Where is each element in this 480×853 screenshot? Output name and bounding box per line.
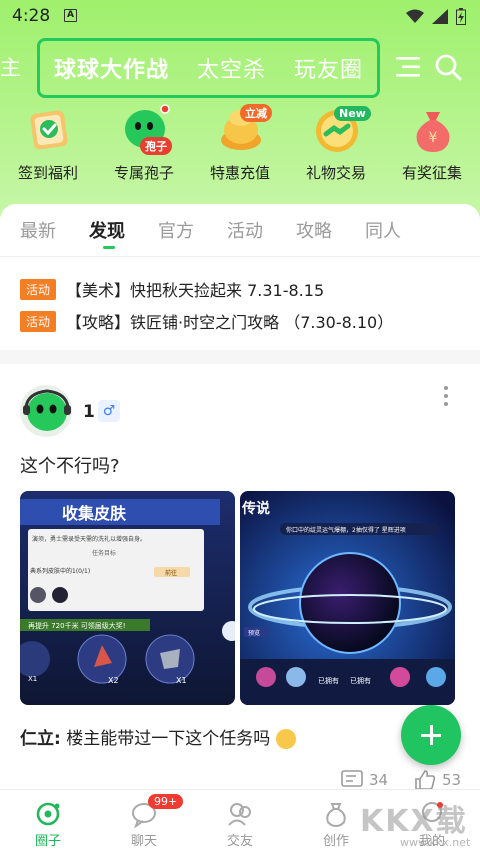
add-post-button[interactable] <box>401 705 461 765</box>
sign-in-icon <box>30 110 68 150</box>
gift-trade-badge: New <box>334 106 371 121</box>
chat-unread-badge: 99+ <box>148 794 184 809</box>
post-username[interactable]: 1 <box>83 402 95 422</box>
notice-tag: 活动 <box>20 278 57 300</box>
nav-label: 圈子 <box>34 834 61 849</box>
img2-heading: 传说 <box>241 500 270 517</box>
tab-discover[interactable]: 发现 <box>89 217 125 249</box>
notice-item[interactable]: 活动 【美术】快把秋天捡起来 7.31-8.15 <box>20 277 324 301</box>
watermark: KKX载 <box>360 804 468 839</box>
like-count-value: 53 <box>442 771 462 789</box>
post-image-1[interactable]: 收集皮肤 演须，勇士需录受天需的洗礼以增强自身。 任务目标 典系列皮肤中的1(0… <box>20 491 235 705</box>
game-tabs: 球球大作战 太空杀 玩友圈 <box>37 38 380 98</box>
nav-label: 聊天 <box>130 834 157 849</box>
nav-circle[interactable]: 圈子 <box>0 790 96 853</box>
nav-label: 交友 <box>226 834 253 849</box>
comment-icon <box>341 770 363 787</box>
emoji-icon <box>275 729 296 749</box>
img1-bar: 再提升 720千米 可领届级大奖! <box>28 621 126 630</box>
nav-chat[interactable]: 99+ 聊天 <box>96 790 192 853</box>
img2-bar: 你口中的绽灵运气爆棚，2抽仅得了 星辉进项 <box>286 526 406 534</box>
quick-action-recharge[interactable]: 立减 特惠充值 <box>192 104 288 188</box>
img2-owned-1: 已拥有 <box>318 676 339 685</box>
notice-item[interactable]: 活动 【攻略】铁匠铺·时空之门攻略 （7.30-8.10） <box>20 309 393 333</box>
img1-x2: X2 <box>108 676 119 685</box>
post-comment-preview[interactable]: 仁立: 楼主能带过一下这个任务吗 <box>20 724 296 749</box>
thumbs-up-icon <box>415 770 436 790</box>
circle-icon <box>36 802 60 826</box>
male-icon: ♂ <box>98 400 120 422</box>
img1-x3: X1 <box>176 676 187 685</box>
wifi-icon <box>406 9 424 23</box>
notification-icon: A <box>64 9 77 22</box>
img1-btn: 前往 <box>165 569 177 577</box>
signal-icon <box>432 9 448 24</box>
status-time: 4:28 <box>12 6 51 26</box>
avatar[interactable] <box>20 385 72 437</box>
notice-list: 活动 【美术】快把秋天捡起来 7.31-8.15 活动 【攻略】铁匠铺·时空之门… <box>0 256 480 350</box>
tab-guide[interactable]: 攻略 <box>296 217 332 243</box>
img1-x1: X1 <box>28 675 37 683</box>
notice-text: 【美术】快把秋天捡起来 7.31-8.15 <box>66 281 325 300</box>
tab-wanyouquan[interactable]: 玩友圈 <box>294 52 363 84</box>
recharge-badge: 立减 <box>240 104 272 122</box>
quick-action-contest[interactable]: ¥ 有奖征集 <box>384 104 480 188</box>
tab-activity[interactable]: 活动 <box>227 217 263 243</box>
svg-text:¥: ¥ <box>429 130 438 146</box>
comment-user[interactable]: 仁立: <box>20 729 61 749</box>
quick-action-spore[interactable]: 孢子 专属孢子 <box>96 104 192 188</box>
comment-text: 楼主能带过一下这个任务吗 <box>66 729 271 749</box>
search-icon[interactable] <box>434 53 462 81</box>
status-bar: 4:28 A <box>0 0 480 32</box>
tab-official[interactable]: 官方 <box>158 217 194 243</box>
game-tabs-row: 主 球球大作战 太空杀 玩友圈 <box>0 36 480 100</box>
img1-sub: 任务目标 <box>92 549 116 557</box>
quick-action-gift-trade[interactable]: New 礼物交易 <box>288 104 384 188</box>
comment-count-value: 34 <box>369 771 389 789</box>
menu-icon[interactable] <box>396 56 422 78</box>
post-image-2[interactable]: 传说 你口中的绽灵运气爆棚，2抽仅得了 星辉进项 预览 已拥有 已拥有 <box>240 491 455 705</box>
tab-partial[interactable]: 主 <box>0 52 22 82</box>
quick-action-label: 专属孢子 <box>113 164 174 182</box>
quick-action-label: 礼物交易 <box>305 164 366 182</box>
img1-row: 典系列皮肤中的1(0/1) <box>30 567 90 575</box>
img2-owned-2: 已拥有 <box>350 676 371 685</box>
battery-icon <box>456 8 466 25</box>
quick-actions: 签到福利 孢子 专属孢子 立减 特惠充值 New 礼物交易 ¥ 有奖征集 <box>0 104 480 188</box>
more-options-icon[interactable] <box>442 386 450 410</box>
spore-badge: 孢子 <box>140 137 172 155</box>
create-icon <box>326 803 346 828</box>
post-title[interactable]: 这个不行吗? <box>20 452 120 478</box>
content-tabs: 最新 发现 官方 活动 攻略 同人 <box>0 204 480 256</box>
tab-latest[interactable]: 最新 <box>20 217 56 243</box>
quick-action-label: 有奖征集 <box>401 164 462 182</box>
nav-friends[interactable]: 交友 <box>192 790 288 853</box>
quick-action-label: 特惠充值 <box>209 164 270 182</box>
watermark-url: www.kkx.net <box>400 836 471 849</box>
friends-icon <box>228 803 251 826</box>
status-icons <box>406 8 466 25</box>
tab-qiuqiu[interactable]: 球球大作战 <box>54 52 169 84</box>
tab-fanart[interactable]: 同人 <box>365 217 401 243</box>
money-bag-icon: ¥ <box>416 112 450 152</box>
img1-line: 演须，勇士需录受天需的洗礼以增强自身。 <box>32 535 146 543</box>
avatar-blob-icon <box>23 389 71 431</box>
comment-count[interactable]: 34 <box>341 770 388 790</box>
tab-taikongsha[interactable]: 太空杀 <box>197 52 266 84</box>
quick-action-label: 签到福利 <box>17 164 78 182</box>
notice-text: 【攻略】铁匠铺·时空之门攻略 （7.30-8.10） <box>66 313 394 332</box>
quick-action-signin[interactable]: 签到福利 <box>0 104 96 188</box>
img1-heading: 收集皮肤 <box>62 504 127 523</box>
like-count[interactable]: 53 <box>414 770 461 790</box>
top-header-area: 4:28 A 主 球球大作战 太空杀 玩友圈 签到福利 孢子 专属孢子 立减 特… <box>0 0 480 230</box>
notice-tag: 活动 <box>20 310 57 332</box>
img2-tag: 预览 <box>248 629 260 637</box>
